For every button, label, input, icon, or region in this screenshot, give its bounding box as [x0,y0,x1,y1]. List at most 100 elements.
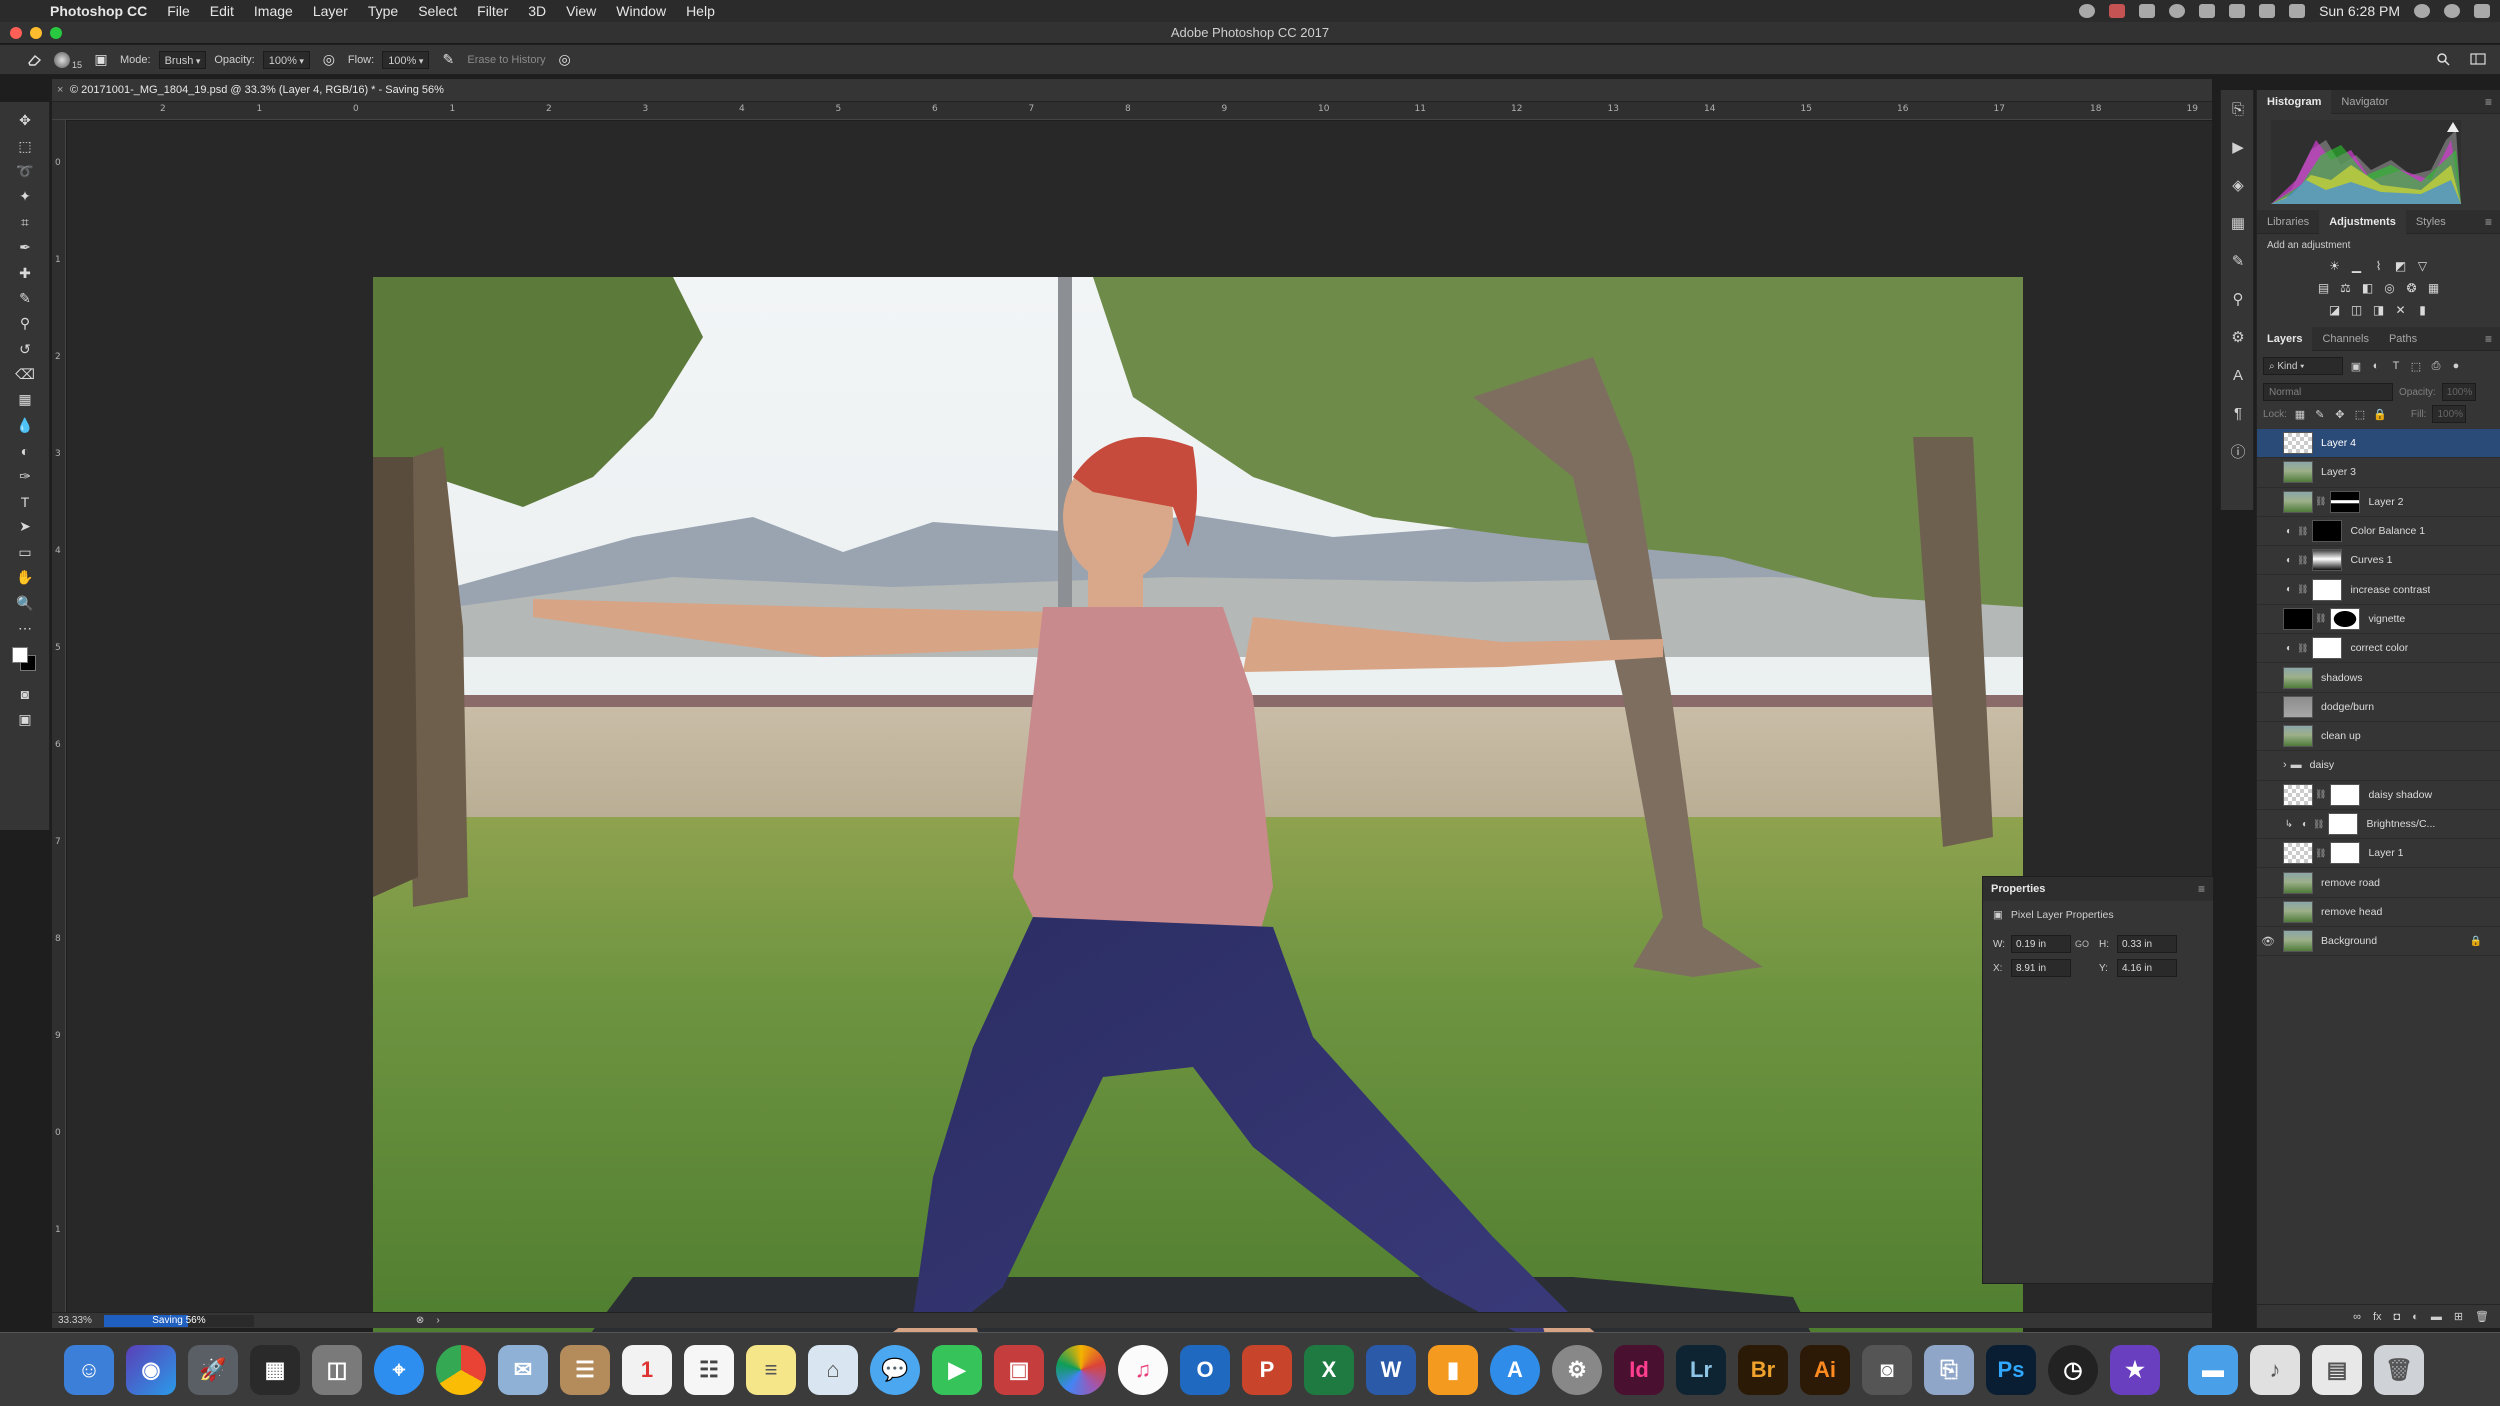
layer-row[interactable]: dodge/burn [2257,693,2500,722]
exposure-icon[interactable]: ◩ [2393,258,2409,274]
zoom-level[interactable]: 33.33% [58,1313,92,1329]
properties-header[interactable]: Properties ≡ [1983,877,2213,901]
layer-name[interactable]: daisy shadow [2368,789,2432,801]
filter-smart-object-icon[interactable]: ⎙ [2429,359,2443,373]
photoshop-icon[interactable]: Ps [1986,1344,2036,1395]
layer-mask-thumbnail[interactable] [2330,490,2361,513]
mode-dropdown[interactable]: Brush [158,50,207,69]
layer-name[interactable]: shadows [2321,672,2362,684]
layer-name[interactable]: daisy [2310,759,2335,771]
menu-app-photoshop[interactable]: Photoshop CC [40,0,157,22]
layer-name[interactable]: Layer 3 [2321,466,2356,478]
contacts-icon[interactable]: ☰ [560,1344,610,1395]
history-brush-tool-icon[interactable]: ↺ [0,337,50,362]
layer-row[interactable]: ◐ ⛓ increase contrast [2257,575,2500,605]
levels-icon[interactable]: ▁ [2349,258,2365,274]
system-preferences-icon[interactable]: ⚙ [1552,1344,1602,1395]
word-icon[interactable]: W [1366,1344,1416,1395]
layer-row[interactable]: shadows [2257,663,2500,693]
eyedropper-tool-icon[interactable]: ✒ [0,235,50,260]
layer-name[interactable]: Color Balance 1 [2350,525,2425,537]
powerpoint-icon[interactable]: P [1242,1344,1292,1395]
layer-row[interactable]: ⛓ daisy shadow [2257,781,2500,810]
brush-preset-picker[interactable] [54,51,70,68]
layer-row[interactable]: clean up [2257,722,2500,752]
width-field[interactable]: 0.19 in [2011,935,2071,953]
menu-3d[interactable]: 3D [518,0,556,22]
siri-icon[interactable] [2444,4,2460,18]
applications-folder-icon[interactable]: ▬ [2188,1344,2238,1395]
curves-icon[interactable]: ⌇ [2371,258,2387,274]
height-field[interactable]: 0.33 in [2117,935,2177,953]
3d-panel-icon[interactable]: ◈ [2221,166,2255,204]
screenshot-icon[interactable]: ◫ [312,1344,362,1395]
layer-name[interactable]: Layer 4 [2321,437,2356,449]
lightroom-icon[interactable]: Lr [1676,1344,1726,1395]
layer-row[interactable]: ⛓ Layer 1 [2257,839,2500,869]
layer-kind-filter[interactable]: ⌕ Kind ▾ [2263,357,2343,375]
airbrush-icon[interactable]: ✎ [437,51,459,68]
visibility-eye-icon[interactable]: 👁 [2257,935,2279,948]
x-field[interactable]: 8.91 in [2011,959,2071,977]
menu-select[interactable]: Select [408,0,467,22]
layer-row[interactable]: ◐ ⛓ Color Balance 1 [2257,517,2500,547]
app-store-icon[interactable]: A [1490,1344,1540,1395]
adobe-status-icon[interactable] [2109,4,2126,18]
path-selection-tool-icon[interactable]: ➤ [0,514,50,539]
layer-row[interactable]: ◐ ⛓ Curves 1 [2257,546,2500,576]
layer-mask-thumbnail[interactable] [2330,607,2361,630]
notification-center-icon[interactable] [2474,4,2490,18]
archive-utility-icon[interactable]: ⎘ [1924,1344,1974,1395]
cancel-save-icon[interactable]: ⊗ [416,1313,424,1329]
canvas-area[interactable] [67,121,2212,1397]
search-icon[interactable] [2436,52,2452,66]
gradient-tool-icon[interactable]: ▦ [0,387,50,412]
menu-layer[interactable]: Layer [303,0,358,22]
layer-name[interactable]: Background [2321,935,2377,947]
history-panel-icon[interactable]: ⎘ [2221,90,2255,128]
workspace-switcher-icon[interactable] [2470,52,2486,66]
filter-pixel-icon[interactable]: ▣ [2349,359,2363,373]
layer-mask-thumbnail[interactable] [2330,842,2361,865]
layer-mask-thumbnail[interactable] [2312,549,2343,572]
layer-row[interactable]: ⛓ vignette [2257,605,2500,635]
layer-name[interactable]: Brightness/C... [2366,818,2435,830]
imovie-icon[interactable]: ★ [2110,1344,2160,1395]
facetime-icon[interactable]: ▶ [932,1344,982,1395]
lock-position-icon[interactable]: ✥ [2333,407,2347,421]
new-adjustment-icon[interactable]: ◐ [2412,1311,2419,1323]
layer-name[interactable]: remove head [2321,906,2382,918]
dodge-tool-icon[interactable]: ◐ [0,438,50,463]
reminders-icon[interactable]: ☷ [684,1344,734,1395]
layer-name[interactable]: vignette [2368,613,2405,625]
clone-stamp-tool-icon[interactable]: ⚲ [0,311,50,336]
time-machine-icon[interactable]: ◷ [2048,1344,2098,1395]
bluetooth-icon[interactable] [2199,4,2216,18]
ibooks-icon[interactable]: ▮ [1428,1344,1478,1395]
vibrance-icon[interactable]: ▽ [2415,258,2431,274]
gradient-map-icon[interactable]: ▮ [2415,302,2431,318]
eraser-tool-icon[interactable]: ⌫ [0,362,50,387]
excel-icon[interactable]: X [1304,1344,1354,1395]
add-mask-icon[interactable]: ◘ [2394,1311,2401,1323]
layer-name[interactable]: Layer 2 [2368,496,2403,508]
layer-name[interactable]: increase contrast [2350,584,2430,596]
close-window-button[interactable] [10,27,22,39]
selective-color-icon[interactable]: ✕ [2393,302,2409,318]
tab-channels[interactable]: Channels [2312,327,2378,351]
creative-cloud-icon[interactable] [2079,4,2096,18]
documents-folder-icon[interactable]: ▤ [2312,1344,2362,1395]
tab-layers[interactable]: Layers [2257,326,2313,351]
zoom-tool-icon[interactable]: 🔍 [0,590,50,615]
lock-all-icon[interactable]: 🔒 [2373,407,2387,421]
lock-artboard-icon[interactable]: ⬚ [2353,407,2367,421]
outlook-icon[interactable]: O [1180,1344,1230,1395]
layers-menu-icon[interactable]: ≡ [2485,332,2500,346]
brush-settings-icon[interactable]: ✎ [2221,242,2255,280]
layer-row[interactable]: ⛓ Layer 2 [2257,488,2500,517]
filter-toggle-icon[interactable]: ● [2449,359,2463,373]
itunes-icon[interactable]: ♫ [1118,1344,1168,1395]
posterize-icon[interactable]: ◫ [2349,302,2365,318]
photo-filter-icon[interactable]: ◎ [2382,280,2398,296]
hand-tool-icon[interactable]: ✋ [0,565,50,590]
